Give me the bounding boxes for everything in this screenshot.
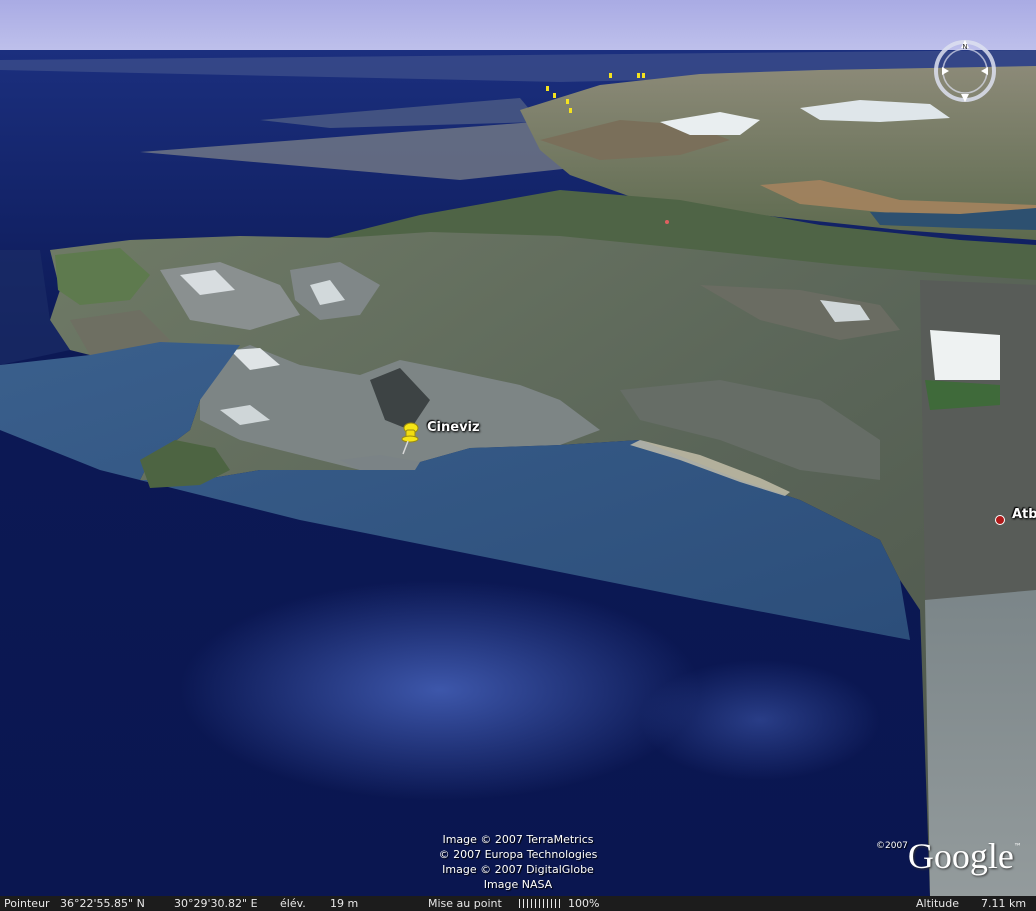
credit-line: Image © 2007 DigitalGlobe <box>442 863 594 876</box>
elevation-value: 19 m <box>330 897 359 910</box>
imagery-credits: Image © 2007 TerraMetrics © 2007 Europa … <box>418 832 618 892</box>
focus-progress-bar <box>519 899 561 908</box>
map-3d-view[interactable] <box>0 0 1036 896</box>
focus-value: 100% <box>568 897 600 910</box>
placemark-label-cineviz[interactable]: Cineviz <box>427 420 480 435</box>
credit-line: Image NASA <box>483 878 553 891</box>
pointer-latitude: 36°22'55.85" N <box>60 897 145 910</box>
logo-trademark: ™ <box>1013 842 1022 851</box>
navigation-compass-icon[interactable]: N <box>932 38 998 104</box>
pointer-label: Pointeur <box>4 897 50 910</box>
altitude-label: Altitude <box>916 897 959 910</box>
credit-line: Image © 2007 TerraMetrics <box>442 833 594 846</box>
altitude-value: 7.11 km <box>981 897 1027 910</box>
focus-label: Mise au point <box>428 897 502 910</box>
logo-wordmark: Google <box>907 836 1014 876</box>
elevation-label: élév. <box>280 897 306 910</box>
logo-copyright-year: ©2007 <box>876 841 908 851</box>
pointer-longitude: 30°29'30.82" E <box>174 897 258 910</box>
placemark-label-city[interactable]: Atb <box>1012 507 1036 522</box>
credit-line: © 2007 Europa Technologies <box>438 848 598 861</box>
status-bar: Pointeur 36°22'55.85" N 30°29'30.82" E é… <box>0 896 1036 911</box>
city-marker-icon[interactable] <box>995 515 1005 525</box>
sun-glare <box>180 580 700 800</box>
svg-text:N: N <box>962 43 967 51</box>
google-logo: ©2007 Google ™ <box>876 836 1022 880</box>
map-viewer[interactable]: Cineviz Atb N Image © 2007 TerraMetrics … <box>0 0 1036 911</box>
pushpin-icon[interactable] <box>396 420 422 456</box>
